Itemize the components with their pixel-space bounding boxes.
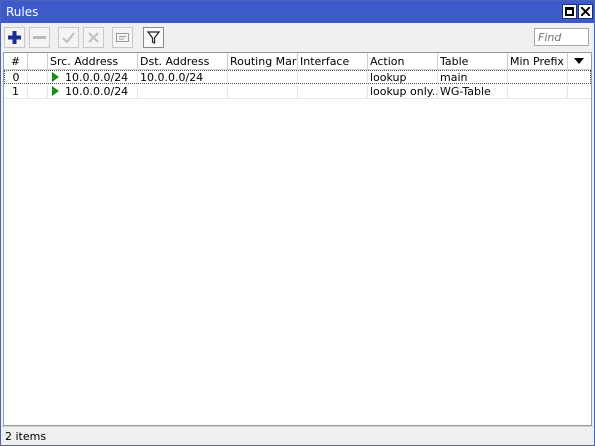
enabled-arrow-icon [52, 86, 59, 96]
remove-icon [33, 36, 46, 39]
column-header-interface[interactable]: Interface [298, 53, 368, 70]
window-title: Rules [6, 5, 39, 19]
column-header-routing-mark[interactable]: Routing Mark [228, 53, 298, 70]
rules-window: Rules Find # Src. Address Dst. Address R… [0, 0, 595, 446]
rules-table: # Src. Address Dst. Address Routing Mark… [3, 52, 592, 426]
comment-button[interactable] [112, 27, 133, 48]
row-number: 1 [4, 85, 28, 98]
add-icon [8, 31, 21, 44]
item-count: 2 items [5, 430, 47, 443]
filter-button[interactable] [143, 27, 164, 48]
close-icon [581, 7, 590, 16]
maximize-button[interactable] [562, 4, 577, 19]
find-input[interactable] [534, 28, 589, 46]
row-flag [28, 71, 48, 84]
chevron-down-icon [574, 58, 584, 64]
enabled-arrow-icon [52, 72, 59, 82]
row-dst-address [138, 85, 228, 98]
row-action: lookup [368, 71, 438, 84]
column-header-dst-address[interactable]: Dst. Address [138, 53, 228, 70]
add-button[interactable] [4, 27, 25, 48]
title-bar[interactable]: Rules [1, 1, 594, 23]
comment-icon [116, 33, 129, 42]
toolbar [1, 23, 594, 51]
row-src-address: 10.0.0.0/24 [48, 85, 138, 98]
x-icon [88, 32, 99, 43]
column-header-action[interactable]: Action [368, 53, 438, 70]
filter-icon [146, 31, 161, 44]
row-number: 0 [5, 71, 28, 84]
check-icon [62, 32, 75, 44]
column-header-number[interactable]: # [4, 53, 28, 70]
row-src-address: 10.0.0.0/24 [48, 71, 138, 84]
table-row[interactable]: 1 10.0.0.0/24 lookup only... WG-Table [4, 85, 591, 99]
row-min-prefix [508, 85, 568, 98]
row-interface [298, 85, 368, 98]
row-flag [28, 85, 48, 98]
status-bar: 2 items [1, 426, 594, 445]
row-action: lookup only... [370, 85, 438, 98]
column-header-flags[interactable] [28, 53, 48, 70]
row-routing-mark [228, 85, 298, 98]
row-table: main [438, 71, 508, 84]
column-menu-button[interactable] [568, 53, 591, 70]
disable-button[interactable] [83, 27, 104, 48]
column-header-table[interactable]: Table [438, 53, 508, 70]
table-header: # Src. Address Dst. Address Routing Mark… [4, 53, 591, 70]
enable-button[interactable] [58, 27, 79, 48]
row-routing-mark [228, 71, 298, 84]
table-row[interactable]: 0 10.0.0.0/24 10.0.0.0/24 lookup main [4, 70, 591, 84]
row-min-prefix [508, 71, 568, 84]
row-dst-address: 10.0.0.0/24 [138, 71, 228, 84]
row-interface [298, 71, 368, 84]
column-header-min-prefix[interactable]: Min Prefix [508, 53, 568, 70]
row-table: WG-Table [438, 85, 508, 98]
close-button[interactable] [578, 4, 593, 19]
remove-button[interactable] [29, 27, 50, 48]
column-header-src-address[interactable]: Src. Address [48, 53, 138, 70]
